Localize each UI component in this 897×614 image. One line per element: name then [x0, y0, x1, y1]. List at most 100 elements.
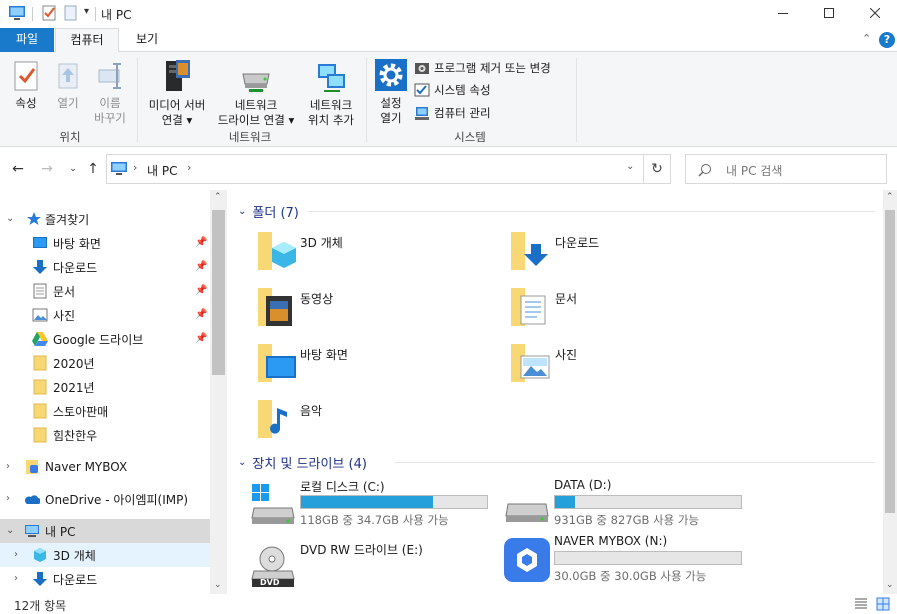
sidebar-item-folder-stoa[interactable]: 스토아판매 [0, 399, 210, 423]
close-button[interactable] [852, 0, 897, 26]
sidebar-item-documents[interactable]: 문서 📌 [0, 279, 210, 303]
chevron-right-icon[interactable]: › [14, 573, 24, 584]
computer-management-icon [415, 107, 429, 120]
folder-icon [33, 427, 47, 443]
download-icon [33, 572, 47, 586]
sidebar-item-label: 바탕 화면 [53, 236, 101, 251]
sidebar-item-3d-objects[interactable]: › 3D 개체 [0, 543, 210, 567]
chevron-right-icon[interactable]: › [14, 549, 24, 560]
address-history-dropdown[interactable]: ⌄ [626, 161, 634, 172]
drive-data-d[interactable]: DATA (D:) 931GB 중 827GB 사용 가능 [504, 478, 754, 532]
computer-icon[interactable] [8, 4, 26, 22]
folder-pictures[interactable]: 사진 [509, 340, 749, 390]
sidebar-item-label: 내 PC [45, 524, 76, 539]
tab-view[interactable]: 보기 [124, 28, 170, 52]
large-icons-view-icon[interactable] [876, 597, 890, 611]
breadcrumb-chevron-icon[interactable]: › [187, 161, 191, 174]
properties-quick-icon[interactable] [40, 4, 58, 22]
open-settings-button[interactable]: 설정 열기 [372, 58, 410, 126]
properties-label: 속성 [15, 96, 37, 110]
collapse-ribbon-icon[interactable]: ⌃ [862, 32, 871, 45]
sidebar-item-pc-downloads[interactable]: › 다운로드 [0, 567, 210, 591]
drive-space: 931GB 중 827GB 사용 가능 [554, 513, 700, 527]
uninstall-program-button[interactable]: 프로그램 제거 또는 변경 [414, 58, 551, 78]
scroll-down-icon[interactable]: ⌄ [214, 580, 222, 590]
tab-file[interactable]: 파일 [0, 28, 54, 52]
sidebar-item-folder-himchan[interactable]: 힘찬한우 [0, 423, 210, 447]
folder-3d-objects[interactable]: 3D 개체 [254, 228, 494, 278]
sidebar-item-onedrive[interactable]: › OneDrive - 아이엠피(IMP) [0, 487, 210, 511]
folder-desktop[interactable]: 바탕 화면 [254, 340, 494, 390]
scroll-up-icon[interactable]: ⌃ [886, 192, 894, 202]
chevron-right-icon[interactable]: › [6, 461, 16, 472]
pin-icon: 📌 [195, 261, 208, 272]
recent-locations-button[interactable]: ⌄ [64, 161, 82, 177]
group-network-label: 네트워크 [228, 130, 272, 144]
new-folder-quick-icon[interactable] [62, 4, 80, 22]
folder-videos[interactable]: 동영상 [254, 284, 494, 334]
maximize-button[interactable] [806, 0, 852, 26]
folders-group-header[interactable]: ⌄ 폴더 (7) [238, 202, 299, 221]
settings-label-2: 열기 [380, 111, 402, 125]
properties-button[interactable]: 속성 [6, 60, 46, 111]
navigation-pane: ⌄ 즐겨찾기 바탕 화면 📌 다운로드 📌 문서 📌 사진 📌 Google 드… [0, 190, 226, 594]
breadcrumb-this-pc[interactable]: 내 PC [147, 162, 177, 179]
up-button[interactable]: ↑ [84, 161, 102, 177]
sidebar-item-label: Google 드라이브 [53, 332, 144, 347]
naver-mybox-icon [26, 460, 38, 474]
windows-drive-icon [251, 484, 295, 524]
computer-management-label: 컴퓨터 관리 [434, 106, 491, 120]
minimize-button[interactable] [760, 0, 806, 26]
drive-local-c[interactable]: 로컬 디스크 (C:) 118GB 중 34.7GB 사용 가능 [250, 478, 500, 532]
content-scroll-thumb[interactable] [885, 210, 895, 513]
open-button[interactable]: 열기 [50, 60, 86, 111]
chevron-down-icon: ⌄ [69, 164, 77, 174]
chevron-down-icon[interactable]: ⌄ [6, 525, 16, 536]
drive-naver-mybox-n[interactable]: NAVER MYBOX (N:) 30.0GB 중 30.0GB 사용 가능 [504, 534, 754, 588]
folder-music[interactable]: 음악 [254, 396, 494, 446]
forward-button[interactable]: → [38, 161, 56, 177]
drive-dvd-e[interactable]: DVD DVD RW 드라이브 (E:) [250, 541, 500, 594]
sidebar-item-naver-mybox[interactable]: › Naver MYBOX [0, 455, 210, 479]
drives-group-header[interactable]: ⌄ 장치 및 드라이브 (4) [238, 453, 367, 472]
sidebar-item-pictures[interactable]: 사진 📌 [0, 303, 210, 327]
sidebar-item-label: 문서 [53, 284, 76, 299]
refresh-button[interactable]: ↻ [643, 155, 670, 183]
computer-management-button[interactable]: 컴퓨터 관리 [414, 103, 491, 123]
search-box[interactable]: 내 PC 검색 [685, 154, 887, 184]
chevron-down-icon[interactable]: ⌄ [6, 213, 16, 224]
chevron-right-icon[interactable]: › [6, 493, 16, 504]
network-location-icon [318, 64, 345, 92]
back-button[interactable]: ← [9, 161, 27, 177]
documents-folder-icon [511, 288, 546, 326]
sidebar-item-this-pc[interactable]: ⌄ 내 PC [0, 519, 210, 543]
item-count: 12개 항목 [14, 599, 67, 613]
folder-label: 동영상 [300, 292, 334, 306]
rename-button[interactable]: 이름 바꾸기 [88, 60, 132, 126]
quick-access-item[interactable]: ⌄ 즐겨찾기 [0, 207, 210, 231]
sidebar-item-google-drive[interactable]: Google 드라이브 📌 [0, 327, 210, 351]
sidebar-item-downloads[interactable]: 다운로드 📌 [0, 255, 210, 279]
navigation-pane-scroll-thumb[interactable] [212, 210, 225, 375]
sidebar-item-folder-2020[interactable]: 2020년 [0, 351, 210, 375]
customize-quick-access-icon[interactable]: ▾ [84, 6, 89, 17]
folder-downloads[interactable]: 다운로드 [509, 228, 749, 278]
search-placeholder[interactable]: 내 PC 검색 [726, 162, 782, 179]
help-icon[interactable]: ? [879, 32, 895, 48]
back-arrow-icon: ← [12, 161, 24, 177]
details-view-icon[interactable] [854, 597, 868, 611]
scroll-down-icon[interactable]: ⌄ [886, 580, 894, 590]
add-network-location-button[interactable]: 네트워크 위치 추가 [302, 60, 360, 128]
group-location-label: 위치 [59, 130, 81, 144]
tab-computer[interactable]: 컴퓨터 [55, 28, 119, 53]
media-server-button[interactable]: 미디어 서버 연결 ▾ [142, 58, 212, 128]
chevron-down-icon: ⌄ [238, 457, 247, 468]
folder-documents[interactable]: 문서 [509, 284, 749, 334]
system-properties-button[interactable]: 시스템 속성 [414, 80, 491, 100]
sidebar-item-folder-2021[interactable]: 2021년 [0, 375, 210, 399]
breadcrumb-chevron-icon[interactable]: › [133, 161, 137, 174]
address-bar[interactable]: › 내 PC › ⌄ [106, 154, 671, 184]
map-network-drive-button[interactable]: 네트워크 드라이브 연결 ▾ [212, 66, 300, 128]
sidebar-item-desktop[interactable]: 바탕 화면 📌 [0, 231, 210, 255]
scroll-up-icon[interactable]: ⌃ [214, 192, 222, 202]
